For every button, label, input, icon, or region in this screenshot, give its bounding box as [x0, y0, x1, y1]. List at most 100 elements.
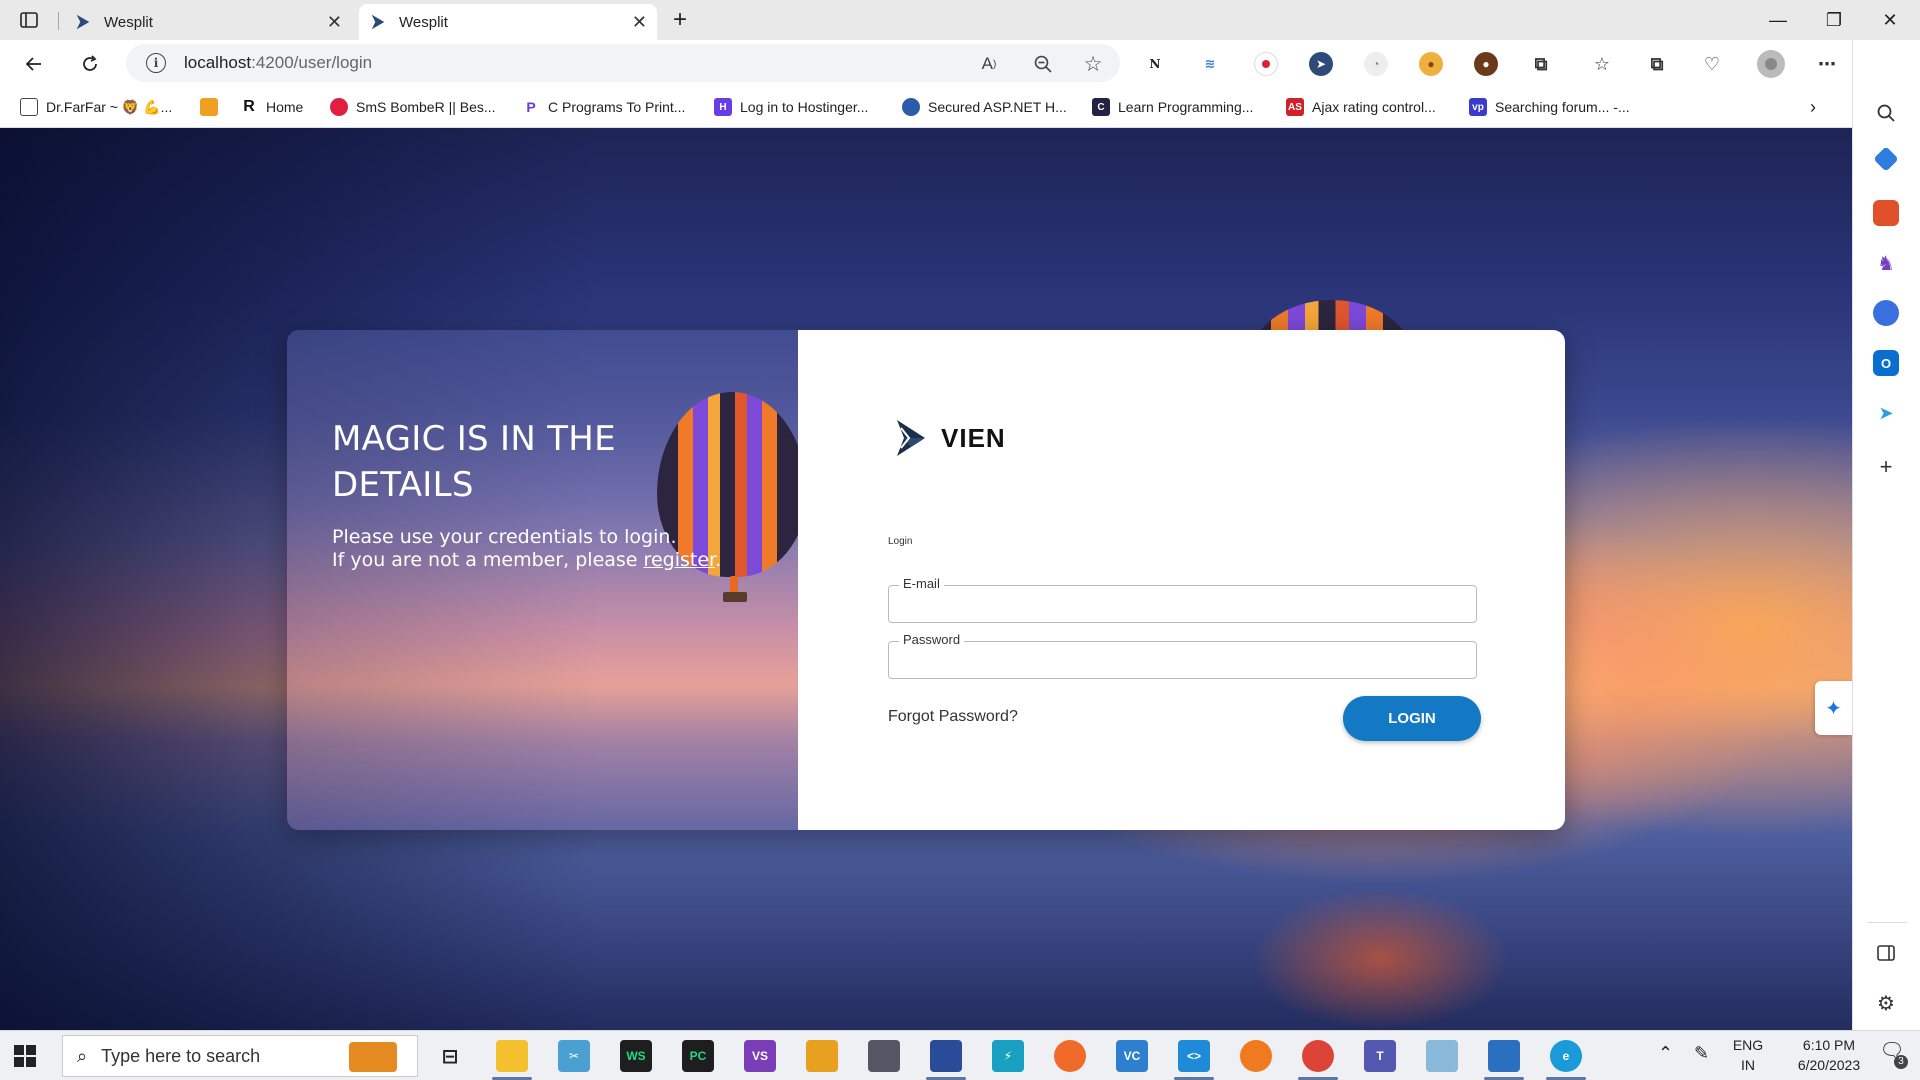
pen-icon[interactable]: ✎: [1694, 1043, 1709, 1063]
handwriting-extension-icon[interactable]: ≋: [1198, 52, 1222, 76]
password-input[interactable]: [889, 642, 1476, 678]
notepad-icon[interactable]: [1426, 1040, 1458, 1072]
close-tab-icon[interactable]: ✕: [632, 12, 647, 33]
bookmark-ajax-rating[interactable]: AS Ajax rating control...: [1286, 96, 1436, 118]
refresh-button[interactable]: [74, 48, 106, 80]
email-field[interactable]: E-mail: [888, 576, 1477, 623]
settings-gear-icon[interactable]: ⚙: [1873, 990, 1899, 1016]
credentials-text: Please use your credentials to login.: [332, 526, 677, 548]
close-tab-icon[interactable]: ✕: [327, 12, 342, 33]
record-extension-icon[interactable]: [1254, 52, 1278, 76]
visual-studio-icon[interactable]: VS: [744, 1040, 776, 1072]
address-url[interactable]: localhost:4200/user/login: [184, 53, 372, 73]
outlook-icon[interactable]: O: [1873, 350, 1899, 376]
file-explorer-icon[interactable]: [496, 1040, 528, 1072]
search-icon: ⌕: [77, 1045, 88, 1066]
tab-title: Wesplit: [104, 13, 153, 31]
firefox-icon[interactable]: [1240, 1040, 1272, 1072]
site-info-icon[interactable]: i: [146, 53, 166, 73]
bookmark-searching-forum[interactable]: vp Searching forum... -...: [1469, 96, 1630, 118]
favorites-icon[interactable]: ☆: [1590, 52, 1614, 76]
teams-icon[interactable]: T: [1364, 1040, 1396, 1072]
thunder-app-icon[interactable]: ⚡: [992, 1040, 1024, 1072]
address-bar[interactable]: i localhost:4200/user/login A) ☆: [126, 44, 1120, 82]
browser-toolbar: i localhost:4200/user/login A) ☆ N ≋ ➤ ◔…: [0, 40, 1920, 87]
add-sidebar-app-icon[interactable]: +: [1873, 454, 1899, 480]
vien-logo: VIEN: [895, 418, 1006, 458]
photos-icon[interactable]: [1488, 1040, 1520, 1072]
ghost-extension-icon[interactable]: ◔: [1364, 52, 1388, 76]
clock[interactable]: 6:10 PM 6/20/2023: [1784, 1035, 1874, 1075]
language-indicator[interactable]: ENG IN: [1730, 1035, 1766, 1075]
bookmark-home[interactable]: R Home: [240, 96, 303, 118]
tab-actions-icon[interactable]: [0, 0, 58, 40]
vc-app-icon[interactable]: VC: [1116, 1040, 1148, 1072]
games-icon[interactable]: ♞: [1873, 250, 1899, 276]
bookmark-drfarfar[interactable]: Dr.FarFar ~ 🦁 💪...: [20, 96, 172, 118]
browser-essentials-icon[interactable]: ♡: [1700, 52, 1724, 76]
sidebar-layout-icon[interactable]: [1873, 940, 1899, 966]
edge-icon[interactable]: e: [1550, 1040, 1582, 1072]
pin-tool-icon[interactable]: ✦: [1815, 681, 1852, 735]
task-view-icon[interactable]: ⊟: [434, 1040, 466, 1072]
cookie-editor-extension-icon[interactable]: ●: [1474, 52, 1498, 76]
close-window-button[interactable]: ✕: [1862, 0, 1918, 40]
notion-extension-icon[interactable]: N: [1143, 52, 1167, 76]
sql-server-icon[interactable]: [930, 1040, 962, 1072]
restore-button[interactable]: ❐: [1806, 0, 1862, 40]
minimize-button[interactable]: —: [1750, 0, 1806, 40]
bookmark-sms-bomber[interactable]: SmS BombeR || Bes...: [330, 96, 496, 118]
tray-chevron-up-icon[interactable]: ⌃: [1658, 1043, 1673, 1063]
hero-panel: MAGIC IS IN THE DETAILS Please use your …: [287, 330, 807, 830]
register-link[interactable]: register: [644, 549, 716, 571]
app-icon[interactable]: [806, 1040, 838, 1072]
cookie-extension-icon[interactable]: ●: [1419, 52, 1443, 76]
bookmark-folder[interactable]: [200, 96, 226, 118]
taskbar-search[interactable]: ⌕ Type here to search: [62, 1035, 418, 1077]
profile-avatar[interactable]: [1757, 50, 1785, 78]
tab-wesplit-1[interactable]: Wesplit ✕: [64, 4, 352, 40]
read-aloud-icon[interactable]: A): [978, 53, 1000, 75]
more-menu-icon[interactable]: ⋯: [1815, 52, 1839, 76]
shopping-tag-icon[interactable]: [1873, 146, 1899, 172]
login-page-background: MAGIC IS IN THE DETAILS Please use your …: [0, 128, 1852, 1030]
login-button[interactable]: LOGIN: [1343, 696, 1481, 741]
favorite-star-icon[interactable]: ☆: [1082, 53, 1104, 76]
search-icon[interactable]: [1873, 100, 1899, 126]
hero-title: MAGIC IS IN THE DETAILS: [332, 419, 616, 505]
email-label: E-mail: [899, 576, 944, 591]
collections-icon[interactable]: ⧉: [1645, 52, 1669, 76]
tab-wesplit-2[interactable]: Wesplit ✕: [359, 4, 657, 40]
briefcase-icon: [349, 1042, 397, 1072]
snip-tool-icon[interactable]: ✂: [558, 1040, 590, 1072]
bookmark-aspnet[interactable]: Secured ASP.NET H...: [902, 96, 1067, 118]
bookmark-learn-programming[interactable]: C Learn Programming...: [1092, 96, 1253, 118]
login-form-panel: VIEN Login E-mail Password Forgot Passwo…: [798, 330, 1565, 830]
postman-icon[interactable]: [1054, 1040, 1086, 1072]
pycharm-icon[interactable]: PC: [682, 1040, 714, 1072]
windows-start-icon[interactable]: [14, 1045, 36, 1067]
taskbar-search-placeholder: Type here to search: [101, 1045, 261, 1066]
zoom-icon[interactable]: [1032, 53, 1054, 75]
balloon-basket: [723, 592, 747, 602]
more-bookmarks-chevron-icon[interactable]: ›: [1810, 96, 1816, 118]
back-button[interactable]: [18, 48, 50, 80]
email-input[interactable]: [889, 586, 1476, 622]
wesplit-favicon-icon: [371, 14, 385, 30]
new-tab-button[interactable]: +: [660, 0, 700, 40]
bookmark-icon: [200, 98, 218, 116]
password-field[interactable]: Password: [888, 632, 1477, 679]
extensions-puzzle-icon[interactable]: ⧉: [1529, 52, 1553, 76]
tools-briefcase-icon[interactable]: [1873, 200, 1899, 226]
bookmark-hostinger[interactable]: H Log in to Hostinger...: [714, 96, 868, 118]
chrome-icon[interactable]: [1302, 1040, 1334, 1072]
microsoft-365-icon[interactable]: [1873, 300, 1899, 326]
bookmark-c-programs[interactable]: PC Programs To Print...: [522, 96, 685, 118]
cursor-extension-icon[interactable]: ➤: [1309, 52, 1333, 76]
forgot-password-link[interactable]: Forgot Password?: [888, 708, 1018, 726]
vscode-icon[interactable]: <>: [1178, 1040, 1210, 1072]
notification-icon[interactable]: 🗨 3: [1874, 1041, 1910, 1069]
people-app-icon[interactable]: [868, 1040, 900, 1072]
webstorm-icon[interactable]: WS: [620, 1040, 652, 1072]
send-drop-icon[interactable]: ➤: [1873, 400, 1899, 426]
